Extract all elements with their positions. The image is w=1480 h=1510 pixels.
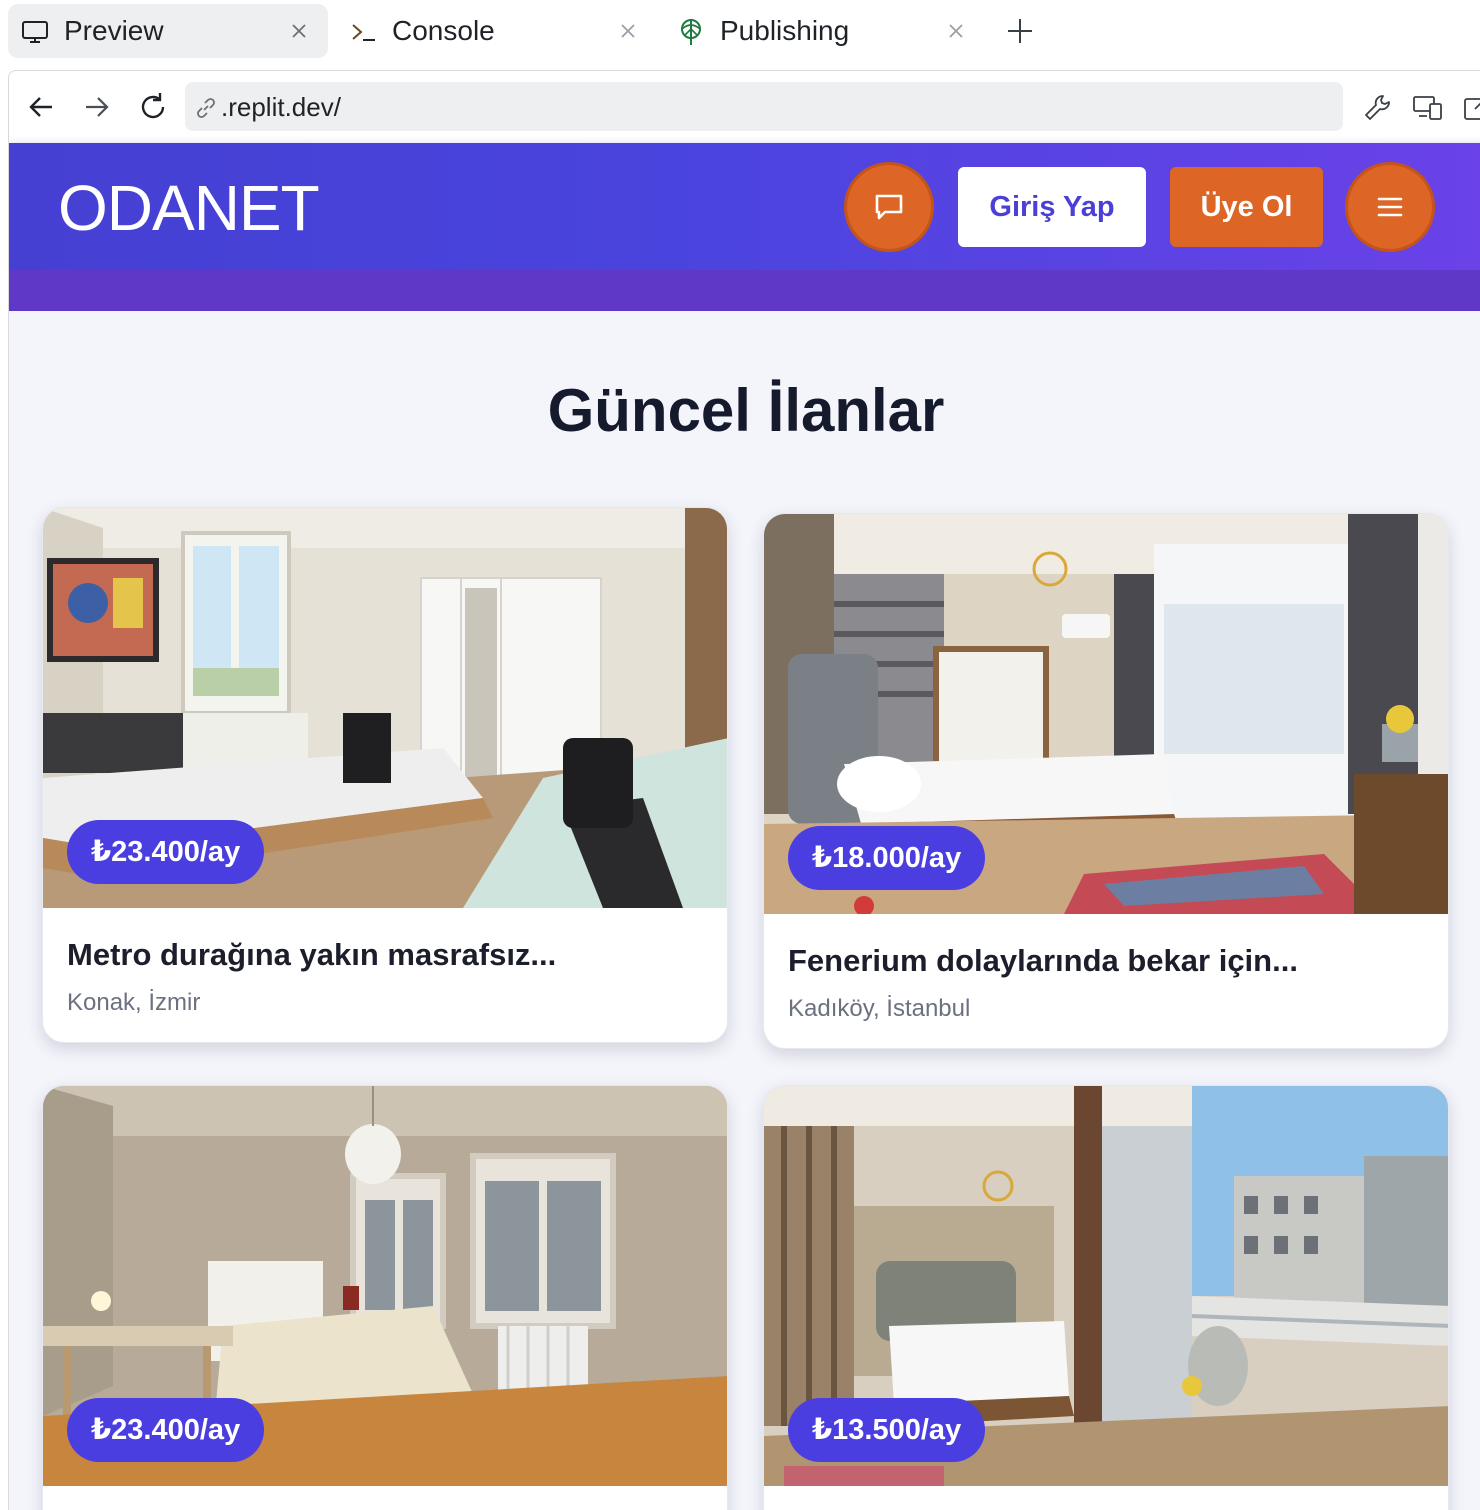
listing-title[interactable]: Metro durağına yakın masrafsız... [67,936,556,974]
new-tab-plus-icon[interactable] [1004,15,1036,47]
site-header: ODANET Giriş Yap Üye Ol [9,143,1480,311]
price-badge: ₺23.400/ay [67,820,265,884]
listing-location: Konak, İzmir [67,989,201,1016]
terminal-icon [352,24,375,41]
listing-card[interactable]: ₺18.000/ay Fenerium dolaylarında bekar i… [763,513,1449,1049]
browser-toolbar: .replit.dev/ [9,71,1480,143]
price-badge: ₺23.400/ay [67,1398,265,1462]
listing-title[interactable]: Fenerium dolaylarında bekar için... [788,942,1298,980]
close-icon[interactable] [288,20,310,42]
editor-tab-bar: Preview Console Publishing [0,0,1480,64]
devices-icon[interactable] [1411,91,1445,125]
price-badge: ₺18.000/ay [788,826,986,890]
listing-card[interactable]: ₺13.500/ay [763,1085,1449,1510]
preview-pane: .replit.dev/ ODANET Giriş Yap Üye Ol Gün… [8,70,1480,1510]
back-arrow-icon[interactable] [25,91,57,123]
hamburger-menu-icon [1377,197,1403,217]
wrench-icon[interactable] [1361,91,1395,125]
url-text: .replit.dev/ [221,92,341,122]
listing-card[interactable]: ₺23.400/ay [42,1085,728,1510]
tab-label: Publishing [720,15,850,46]
link-icon [197,98,215,118]
open-new-window-icon[interactable] [1461,91,1480,125]
reload-icon[interactable] [137,91,169,123]
tab-console[interactable]: Console [336,4,656,58]
signup-button[interactable]: Üye Ol [1170,167,1323,247]
monitor-icon [22,21,48,43]
publish-icon [681,19,701,45]
header-lower-strip [9,270,1480,311]
close-icon[interactable] [617,20,639,42]
login-button[interactable]: Giriş Yap [958,167,1146,247]
close-icon[interactable] [945,20,967,42]
listing-card[interactable]: ₺23.400/ay Metro durağına yakın masrafsı… [42,507,728,1043]
address-bar[interactable]: .replit.dev/ [185,82,1343,131]
tab-label: Console [392,15,495,46]
menu-button[interactable] [1345,162,1435,252]
tab-label: Preview [64,15,164,46]
messages-button[interactable] [844,162,934,252]
forward-arrow-icon[interactable] [81,91,113,123]
listing-location: Kadıköy, İstanbul [788,995,971,1022]
tab-preview[interactable]: Preview [8,4,328,58]
tab-publishing[interactable]: Publishing [664,4,984,58]
site-logo[interactable]: ODANET [58,172,320,244]
price-badge: ₺13.500/ay [788,1398,986,1462]
chat-bubble-icon [875,194,903,220]
section-heading: Güncel İlanlar [547,377,945,444]
